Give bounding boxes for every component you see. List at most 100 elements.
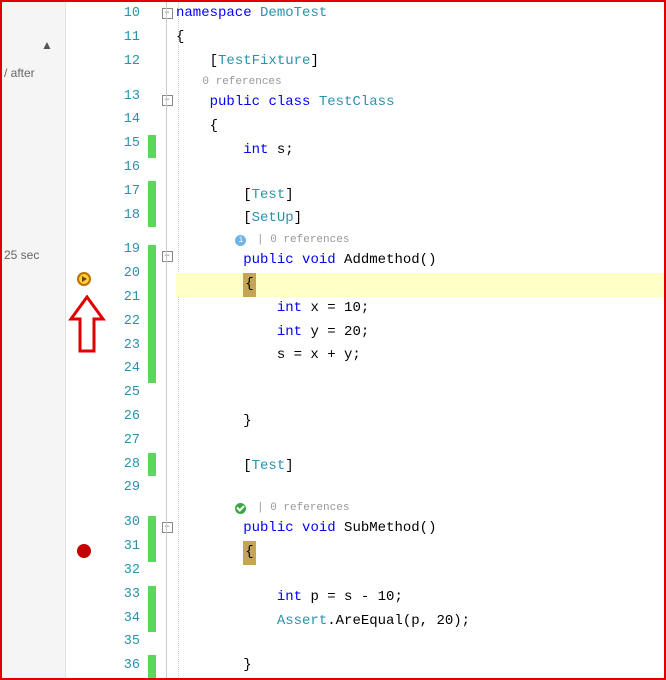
test-pass-icon — [235, 503, 246, 514]
code-line[interactable]: } — [176, 654, 664, 678]
code-line[interactable]: public class TestClass — [176, 91, 664, 115]
line-number: 22 — [102, 310, 140, 334]
line-number: 23 — [102, 334, 140, 358]
line-number: 20 — [102, 262, 140, 286]
change-marker — [148, 655, 156, 678]
code-line[interactable] — [176, 163, 664, 184]
code-line[interactable]: public void Addmethod() — [176, 249, 664, 273]
code-line[interactable] — [176, 633, 664, 654]
code-line[interactable]: int s; — [176, 139, 664, 163]
change-marker — [148, 383, 156, 406]
line-number: 13 — [102, 85, 140, 109]
line-number: 10 — [102, 2, 140, 26]
code-line[interactable]: [Test] — [176, 184, 664, 208]
test-panel-sliver: ▲ / after 25 sec — [2, 2, 66, 678]
change-marker — [148, 89, 156, 112]
outline-column[interactable]: − − − − — [158, 2, 176, 678]
code-line[interactable] — [176, 565, 664, 586]
line-number: 33 — [102, 583, 140, 607]
line-number: 34 — [102, 607, 140, 631]
line-number: 19 — [102, 238, 140, 262]
change-marker — [148, 25, 156, 48]
line-number: 24 — [102, 357, 140, 381]
line-number: 30 — [102, 511, 140, 535]
change-marker — [148, 476, 156, 499]
editor-screenshot: ▲ / after 25 sec 101112 131415161718 1920 2… — [0, 0, 666, 680]
change-marker — [148, 112, 156, 135]
outline-collapse-icon[interactable]: − — [162, 95, 173, 106]
change-marker — [148, 268, 156, 291]
breakpoint-margin[interactable] — [66, 2, 102, 678]
code-line[interactable]: [Test] — [176, 455, 664, 479]
codelens-references[interactable]: 0 references — [176, 73, 664, 91]
line-number: 18 — [102, 204, 140, 228]
change-marker — [148, 337, 156, 360]
current-statement-breakpoint-icon[interactable] — [77, 272, 91, 286]
line-number: 15 — [102, 132, 140, 156]
change-marker — [148, 2, 156, 25]
line-number: 36 — [102, 654, 140, 678]
sidebar-text-duration: 25 sec — [2, 244, 65, 266]
line-number: 32 — [102, 559, 140, 583]
outline-collapse-icon[interactable]: − — [162, 522, 173, 533]
line-number: 14 — [102, 108, 140, 132]
line-number: 28 — [102, 453, 140, 477]
change-marker — [148, 135, 156, 158]
code-line[interactable] — [176, 478, 664, 499]
code-line[interactable]: int y = 20; — [176, 321, 664, 345]
change-marker — [148, 562, 156, 585]
change-marker — [148, 245, 156, 268]
change-marker — [148, 181, 156, 204]
codelens-references[interactable]: i | 0 references — [176, 231, 664, 249]
code-line[interactable]: [TestFixture] — [176, 50, 664, 74]
code-line[interactable]: { — [176, 541, 664, 565]
change-marker — [148, 430, 156, 453]
line-number: 11 — [102, 26, 140, 50]
code-line[interactable]: Assert.AreEqual(p, 20); — [176, 610, 664, 634]
outline-collapse-icon[interactable]: − — [162, 8, 173, 19]
change-marker — [148, 632, 156, 655]
code-line[interactable]: { — [176, 26, 664, 50]
code-line[interactable]: int p = s - 10; — [176, 586, 664, 610]
code-line[interactable] — [176, 368, 664, 389]
breakpoint-line-brace: { — [243, 541, 255, 565]
sidebar-text-after: / after — [2, 62, 65, 84]
code-line[interactable]: } — [176, 410, 664, 434]
code-line[interactable]: s = x + y; — [176, 344, 664, 368]
codelens-references[interactable]: | 0 references — [176, 499, 664, 517]
change-marker — [148, 516, 156, 539]
line-number: 12 — [102, 50, 140, 74]
code-line[interactable]: { — [176, 273, 664, 297]
line-number: 29 — [102, 476, 140, 500]
code-editor[interactable]: 1011121314151617181920212223242526272829… — [66, 2, 664, 678]
line-number: 16 — [102, 156, 140, 180]
collapse-caret-icon[interactable]: ▲ — [41, 38, 55, 52]
current-statement-marker: { — [243, 273, 255, 297]
code-line[interactable]: [SetUp] — [176, 207, 664, 231]
change-marker — [148, 609, 156, 632]
line-number-gutter[interactable]: 1011121314151617181920212223242526272829… — [102, 2, 148, 678]
line-number: 26 — [102, 405, 140, 429]
line-number: 25 — [102, 381, 140, 405]
code-line[interactable] — [176, 434, 664, 455]
change-marker — [148, 291, 156, 314]
change-marker — [148, 406, 156, 429]
outline-collapse-icon[interactable]: − — [162, 251, 173, 262]
change-marker — [148, 453, 156, 476]
code-line[interactable]: namespace DemoTest — [176, 2, 664, 26]
change-indicator-column — [148, 2, 158, 678]
change-marker — [148, 48, 156, 71]
change-marker — [148, 360, 156, 383]
line-number: 35 — [102, 630, 140, 654]
code-line[interactable]: int x = 10; — [176, 297, 664, 321]
change-marker — [148, 314, 156, 337]
breakpoint-icon[interactable] — [77, 544, 91, 558]
code-text-area[interactable]: namespace DemoTest{ [TestFixture] 0 refe… — [176, 2, 664, 678]
code-line[interactable]: { — [176, 115, 664, 139]
code-line[interactable]: public void SubMethod() — [176, 517, 664, 541]
change-marker — [148, 586, 156, 609]
change-marker — [148, 204, 156, 227]
change-marker — [148, 158, 156, 181]
line-number: 17 — [102, 180, 140, 204]
code-line[interactable] — [176, 389, 664, 410]
